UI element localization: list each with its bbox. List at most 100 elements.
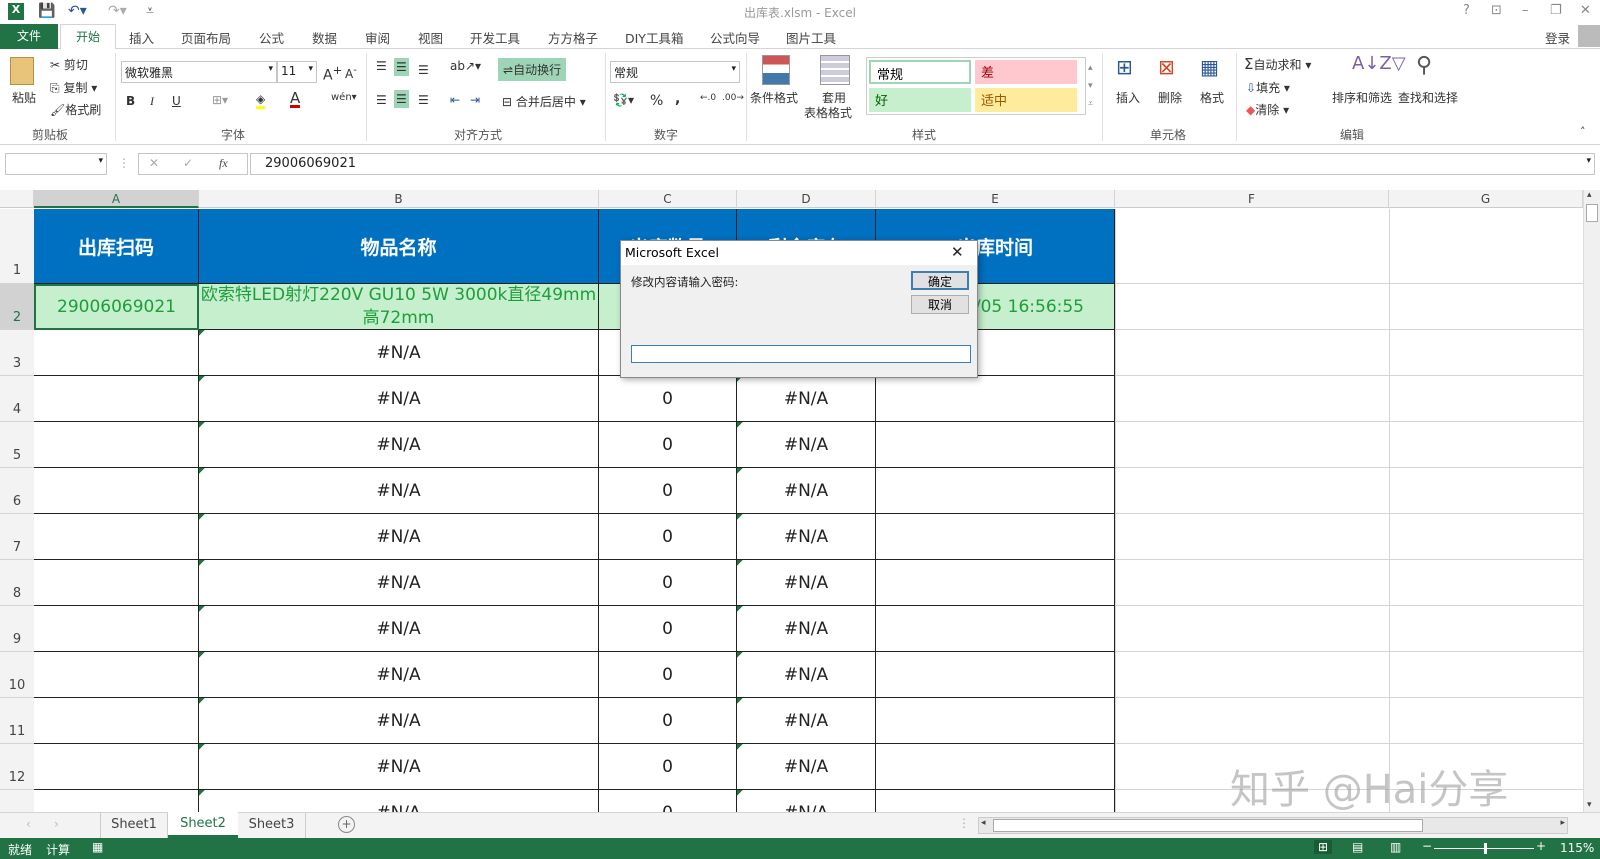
align-left-icon[interactable]: ☰ (376, 93, 387, 107)
prev-sheet-icon[interactable]: ‹ (26, 817, 31, 831)
minimize-button[interactable]: – (1522, 3, 1529, 18)
orientation-icon[interactable]: ab↗▾ (450, 59, 481, 73)
row-header[interactable]: 9 (0, 606, 34, 652)
zoom-out-icon[interactable]: − (1422, 839, 1432, 853)
tab-developer[interactable]: 开发工具 (470, 28, 520, 47)
gallery-scroll-icon[interactable]: ▴ ▾ ⩡ (1088, 59, 1093, 113)
table-cell[interactable] (876, 422, 1115, 468)
scroll-down-icon[interactable]: ▾ (1587, 800, 1592, 810)
underline-button[interactable]: U (172, 94, 181, 108)
column-header-e[interactable]: E (876, 190, 1115, 208)
h-scrollbar-thumb[interactable] (993, 819, 1423, 832)
row-header-1[interactable]: 1 (0, 209, 34, 284)
style-good[interactable]: 好 (869, 88, 971, 112)
table-cell[interactable] (34, 790, 199, 812)
table-cell[interactable] (876, 560, 1115, 606)
table-cell[interactable]: 0 (599, 422, 737, 468)
tab-split-handle[interactable]: ⋮ (958, 816, 970, 830)
password-input[interactable] (631, 345, 971, 363)
percent-button[interactable]: % (650, 93, 663, 109)
empty-cells-fg[interactable] (1115, 209, 1583, 812)
scroll-up-icon[interactable]: ▴ (1587, 190, 1592, 200)
table-cell[interactable] (34, 514, 199, 560)
table-cell[interactable]: #N/A (199, 330, 599, 376)
table-cell[interactable] (876, 468, 1115, 514)
increase-decimal-icon[interactable]: ←.0 (700, 93, 716, 103)
table-cell[interactable] (34, 330, 199, 376)
conditional-format-button[interactable]: 条件格式 (750, 89, 798, 106)
table-cell[interactable]: #N/A (737, 744, 876, 790)
ribbon-display-button[interactable]: ⊡ (1491, 3, 1502, 18)
style-neutral[interactable]: 适中 (975, 88, 1077, 112)
row-header[interactable]: 5 (0, 422, 34, 468)
row-header[interactable]: 8 (0, 560, 34, 606)
macro-record-icon[interactable]: ▦ (92, 840, 103, 854)
format-painter-button[interactable]: 🖌格式刷 (50, 101, 101, 118)
table-cell[interactable] (876, 652, 1115, 698)
row-header-2[interactable]: 2 (0, 284, 34, 330)
increase-font-icon[interactable]: A+ (323, 63, 342, 84)
column-header-g[interactable]: G (1389, 190, 1583, 208)
cancel-icon[interactable]: ✕ (149, 156, 159, 170)
maximize-button[interactable]: ❐ (1550, 3, 1562, 18)
table-cell[interactable]: #N/A (737, 376, 876, 422)
tab-fangfang[interactable]: 方方格子 (548, 28, 598, 47)
table-cell[interactable]: 0 (599, 468, 737, 514)
page-layout-view-icon[interactable]: ▤ (1352, 840, 1363, 854)
sheet-tab-sheet1[interactable]: Sheet1 (100, 813, 168, 838)
align-right-icon[interactable]: ☰ (418, 93, 429, 107)
cell-b2[interactable]: 欧索特LED射灯220V GU10 5W 3000k直径49mm高72mm (199, 284, 599, 330)
tab-formula-wizard[interactable]: 公式向导 (710, 28, 760, 47)
table-cell[interactable]: #N/A (737, 468, 876, 514)
help-button[interactable]: ? (1463, 3, 1470, 18)
table-cell[interactable] (34, 698, 199, 744)
select-all-button[interactable] (0, 190, 34, 208)
align-bottom-icon[interactable]: ☰ (418, 63, 429, 77)
row-header[interactable]: 11 (0, 698, 34, 744)
tab-insert[interactable]: 插入 (129, 28, 154, 47)
next-sheet-icon[interactable]: › (54, 817, 59, 831)
scroll-right-icon[interactable]: ▸ (1560, 818, 1565, 828)
table-cell[interactable] (34, 560, 199, 606)
column-header-f[interactable]: F (1115, 190, 1389, 208)
cut-button[interactable]: ✂ 剪切 (50, 56, 88, 73)
sheet-tab-sheet2[interactable]: Sheet2 (168, 812, 238, 838)
column-header-a[interactable]: A (34, 190, 199, 208)
number-format-select[interactable]: 常规 ▾ (610, 61, 740, 83)
ok-button[interactable]: 确定 (911, 271, 969, 290)
zoom-in-icon[interactable]: + (1536, 839, 1546, 853)
table-cell[interactable]: #N/A (199, 652, 599, 698)
status-calculate[interactable]: 计算 (46, 841, 70, 858)
table-cell[interactable] (876, 606, 1115, 652)
row-header[interactable]: 3 (0, 330, 34, 376)
table-cell[interactable]: 0 (599, 606, 737, 652)
tab-picture-tools[interactable]: 图片工具 (786, 28, 836, 47)
table-cell[interactable] (34, 744, 199, 790)
merge-center-button[interactable]: ⊟ 合并后居中 ▾ (502, 93, 586, 110)
expand-formula-icon[interactable]: ▾ (1586, 156, 1591, 166)
bold-button[interactable]: B (126, 94, 135, 108)
header-cell-item-name[interactable]: 物品名称 (199, 209, 599, 284)
fill-color-icon[interactable]: ◈ (256, 92, 266, 109)
table-cell[interactable] (34, 422, 199, 468)
insert-cells-button[interactable]: 插入 (1116, 89, 1140, 106)
table-cell[interactable]: 0 (599, 376, 737, 422)
table-cell[interactable]: 0 (599, 514, 737, 560)
align-center-icon[interactable]: ☰ (394, 90, 409, 108)
style-normal[interactable]: 常规 (869, 60, 971, 84)
horizontal-scrollbar[interactable]: ◂ ▸ (978, 817, 1568, 834)
font-size-select[interactable]: 11 ▾ (277, 61, 317, 83)
row-header[interactable]: 10 (0, 652, 34, 698)
avatar-icon[interactable] (1578, 25, 1600, 47)
phonetic-icon[interactable]: wén▾ (331, 92, 357, 103)
table-cell[interactable]: #N/A (737, 422, 876, 468)
row-header[interactable]: 12 (0, 744, 34, 790)
table-cell[interactable] (876, 514, 1115, 560)
page-break-view-icon[interactable]: ▥ (1390, 840, 1401, 854)
fill-button[interactable]: ⇩填充 ▾ (1246, 79, 1290, 96)
table-cell[interactable]: #N/A (199, 376, 599, 422)
normal-view-icon[interactable]: ⊞ (1314, 840, 1333, 854)
row-header[interactable]: 7 (0, 514, 34, 560)
italic-button[interactable]: I (150, 94, 154, 109)
cancel-button[interactable]: 取消 (911, 295, 969, 314)
